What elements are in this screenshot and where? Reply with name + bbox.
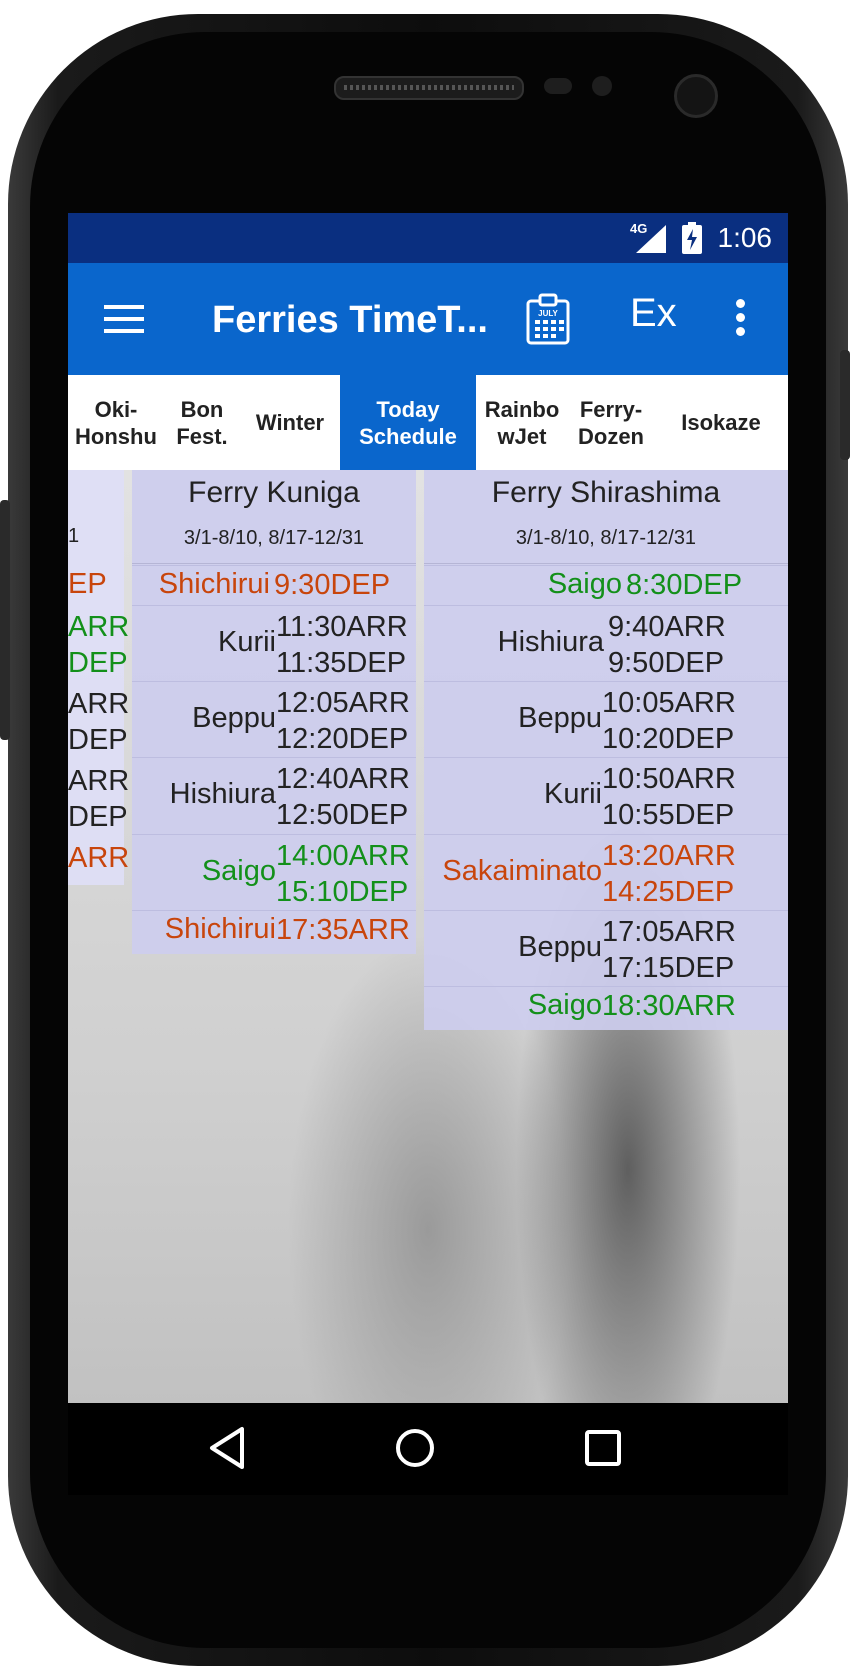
stop-name: Kurii [543,778,602,810]
arrival-time: 9:40ARR [608,611,726,643]
partial-time: ARR [68,611,130,643]
schedule-row: Shichirui 17:35ARR [132,910,416,955]
partial-time: DEP [68,724,128,756]
departure-time: 9:50DEP [608,647,725,679]
arrival-time: 14:00ARR [276,840,410,872]
clock: 1:06 [717,222,773,253]
tab-isokaze[interactable]: Isokaze [654,375,788,470]
earpiece-speaker [334,76,524,100]
arrival-time: 12:40ARR [276,763,410,795]
arrival-time: 17:05ARR [602,916,736,948]
stop-name: Saigo [547,568,622,600]
ferry-kuniga-header: Ferry Kuniga 3/1-8/10, 8/17-12/31 [132,470,416,564]
departure-time: 11:35DEP [276,647,407,679]
volume-button [0,500,10,740]
arrival-time: 8:30DEP [626,569,743,601]
app-title: Ferries TimeT... [212,299,488,341]
departure-time: 10:55DEP [602,799,735,831]
tab-rainbowjet[interactable]: Rainbo wJet [476,375,568,470]
ferry-name: Ferry Kuniga [188,476,360,509]
app-bar: Ferries TimeT... JULY Ex [68,263,788,375]
front-camera [674,74,718,118]
status-bar: 4G 1:06 [68,213,788,263]
stop-name: Sakaiminato [442,855,602,887]
schedule-row: Beppu 10:05ARR 10:20DEP [424,681,788,758]
schedule-row: Kurii 10:50ARR 10:55DEP [424,757,788,835]
schedule-content[interactable]: 1 EP ARR DEP ARR DEP ARR DEP ARR Ferry K… [68,470,788,1495]
tab-today-schedule[interactable]: Today Schedule [340,375,476,470]
tab-winter[interactable]: Winter [240,375,340,470]
tab-bon-fest[interactable]: Bon Fest. [164,375,240,470]
arrival-time: 12:05ARR [276,687,410,719]
arrival-time: 10:50ARR [602,763,736,795]
ex-button[interactable]: Ex [630,291,677,336]
stop-name: Beppu [518,702,602,734]
partial-period: 1 [68,525,80,547]
stop-name: Beppu [518,931,602,963]
stop-name: Shichirui [158,568,270,600]
partial-time: ARR [68,688,130,720]
stop-name: Saigo [201,855,276,887]
arrival-time: 17:35ARR [276,914,410,946]
schedule-row: Saigo 14:00ARR 15:10DEP [132,834,416,911]
stop-name: Hishiura [169,778,276,810]
partial-time: DEP [68,801,128,833]
ferry-kuniga-column: Ferry Kuniga 3/1-8/10, 8/17-12/31 Shichi… [132,470,416,954]
light-sensor [592,76,612,96]
more-options-icon[interactable] [736,299,746,339]
schedule-row: Beppu 12:05ARR 12:20DEP [132,681,416,758]
schedule-row: Sakaiminato 13:20ARR 14:25DEP [424,834,788,911]
ferry-period: 3/1-8/10, 8/17-12/31 [424,518,788,564]
schedule-row: Beppu 17:05ARR 17:15DEP [424,910,788,987]
partial-time: ARR [68,842,130,874]
proximity-sensor [544,78,572,94]
partial-time: DEP [68,647,128,679]
stop-name: Kurii [217,626,276,658]
departure-time: 15:10DEP [276,876,409,908]
arrival-time: 18:30ARR [602,990,736,1022]
ferry-shirashima-column: Ferry Shirashima 3/1-8/10, 8/17-12/31 Sa… [424,470,788,1030]
calendar-icon[interactable]: JULY [526,293,570,345]
recents-icon[interactable] [584,1429,622,1467]
arrival-time: 13:20ARR [602,840,736,872]
stop-name: Saigo [527,989,602,1021]
departure-time: 12:50DEP [276,799,409,831]
screen: 4G 1:06 Ferries TimeT... JULY Ex Oki- Ho… [68,213,788,1495]
back-icon[interactable] [208,1425,248,1471]
arrival-time: 11:30ARR [276,611,408,643]
schedule-row: Kurii 11:30ARR 11:35DEP [132,605,416,682]
power-button [840,350,850,460]
partial-time: EP [68,568,107,600]
arrival-time: 9:30DEP [274,569,391,601]
calendar-month-label: JULY [538,309,558,318]
signal-icon [636,225,666,253]
stop-name: Beppu [192,702,276,734]
departure-time: 10:20DEP [602,723,735,755]
departure-time: 12:20DEP [276,723,409,755]
schedule-row: Hishiura 12:40ARR 12:50DEP [132,757,416,835]
hamburger-menu-icon[interactable] [104,305,144,333]
schedule-row: Hishiura 9:40ARR 9:50DEP [424,605,788,682]
schedule-row: Saigo 8:30DEP [424,565,788,606]
partial-time: ARR [68,765,130,797]
ferry-shirashima-header: Ferry Shirashima 3/1-8/10, 8/17-12/31 [424,470,788,564]
tab-bar: Oki- Honshu Bon Fest. Winter Today Sched… [68,375,788,470]
tab-ferry-dozen[interactable]: Ferry- Dozen [568,375,654,470]
schedule-row: Shichirui 9:30DEP [132,565,416,606]
ferry-period: 3/1-8/10, 8/17-12/31 [132,518,416,564]
departure-time: 14:25DEP [602,876,735,908]
schedule-row: Saigo 18:30ARR [424,986,788,1031]
partial-ferry-column: 1 EP ARR DEP ARR DEP ARR DEP ARR [68,470,129,885]
tab-oki-honshu[interactable]: Oki- Honshu [68,375,164,470]
ferry-name: Ferry Shirashima [491,476,721,509]
departure-time: 17:15DEP [602,952,735,984]
home-icon[interactable] [394,1427,436,1469]
arrival-time: 10:05ARR [602,687,736,719]
navigation-bar [68,1403,788,1495]
battery-icon [682,222,702,254]
stop-name: Hishiura [497,626,604,658]
stop-name: Shichirui [164,913,276,945]
